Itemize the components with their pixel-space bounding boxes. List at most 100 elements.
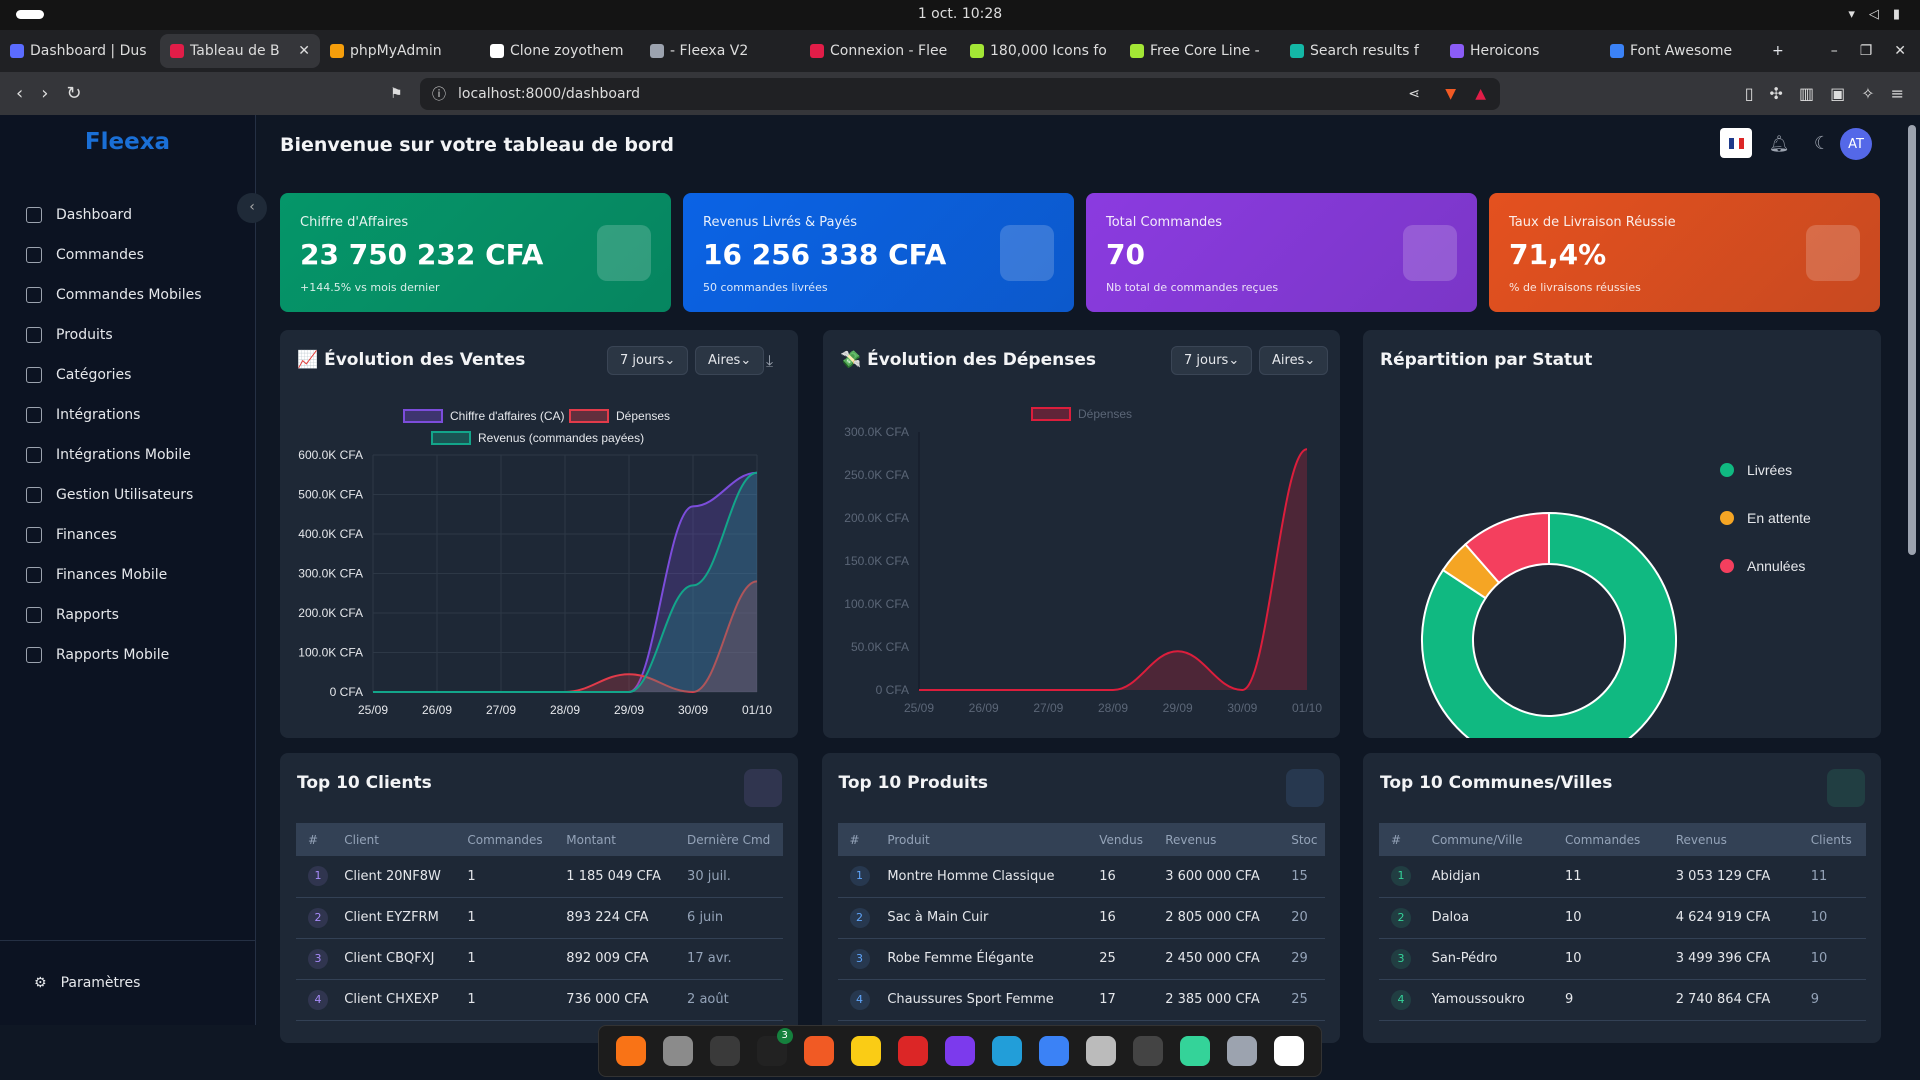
table-cell: 2 740 864 CFA bbox=[1664, 979, 1799, 1020]
dock-app-icon[interactable] bbox=[945, 1036, 975, 1066]
system-tray[interactable]: ▾◁▮ bbox=[1848, 7, 1900, 22]
browser-tab[interactable]: Dashboard | Dus bbox=[0, 34, 160, 68]
sidebar-item-cat-gories[interactable]: Catégories bbox=[0, 355, 255, 395]
table-row[interactable]: 3Robe Femme Élégante252 450 000 CFA29 bbox=[838, 938, 1325, 979]
dock-app-icon[interactable] bbox=[1086, 1036, 1116, 1066]
sidebar-item-rapports-mobile[interactable]: Rapports Mobile bbox=[0, 635, 255, 675]
table-row[interactable]: 2Client EYZFRM1893 224 CFA6 juin bbox=[296, 897, 783, 938]
dock-app-icon[interactable]: 3 bbox=[757, 1036, 787, 1066]
sidebar-item-finances-mobile[interactable]: Finances Mobile bbox=[0, 555, 255, 595]
table-cell: 16 bbox=[1087, 856, 1153, 897]
browser-tab[interactable]: - Fleexa V2 bbox=[640, 34, 800, 68]
battery-icon: ▮ bbox=[1893, 7, 1900, 22]
dock-app-icon[interactable] bbox=[1274, 1036, 1304, 1066]
browser-tab[interactable]: Heroicons bbox=[1440, 34, 1600, 68]
wallet-icon[interactable]: ▣ bbox=[1830, 84, 1845, 103]
table-row[interactable]: 1Abidjan113 053 129 CFA11 bbox=[1379, 856, 1866, 897]
close-tab-icon[interactable]: ✕ bbox=[298, 43, 310, 59]
brave-rewards-icon[interactable]: ▲ bbox=[1475, 86, 1486, 102]
sidebar-item-commandes-mobiles[interactable]: Commandes Mobiles bbox=[0, 275, 255, 315]
sidebar-item-rapports[interactable]: Rapports bbox=[0, 595, 255, 635]
table-row[interactable]: 1Client 20NF8W11 185 049 CFA30 juil. bbox=[296, 856, 783, 897]
browser-tab[interactable]: Clone zoyothem bbox=[480, 34, 640, 68]
settings-link[interactable]: ⚙Paramètres bbox=[0, 940, 255, 1025]
avatar[interactable]: AT bbox=[1840, 128, 1872, 160]
browser-tab[interactable]: Free Core Line - bbox=[1120, 34, 1280, 68]
x-tick-label: 29/09 bbox=[614, 703, 644, 717]
dock-app-icon[interactable] bbox=[1039, 1036, 1069, 1066]
dock-app-icon[interactable] bbox=[804, 1036, 834, 1066]
clock[interactable]: 1 oct. 10:28 bbox=[0, 6, 1920, 22]
legend-label: Annulées bbox=[1747, 558, 1805, 574]
sidebar-item-commandes[interactable]: Commandes bbox=[0, 235, 255, 275]
table-row[interactable]: 4Client CHXEXP1736 000 CFA2 août bbox=[296, 979, 783, 1020]
moon-icon[interactable]: ☾ bbox=[1807, 128, 1837, 158]
forward-icon[interactable]: › bbox=[41, 83, 48, 104]
puzzle-icon[interactable]: ✣ bbox=[1770, 84, 1783, 103]
dock-app-icon[interactable] bbox=[851, 1036, 881, 1066]
table-row[interactable]: 3Client CBQFXJ1892 009 CFA17 avr. bbox=[296, 938, 783, 979]
sidebar-item-gestion-utilisateurs[interactable]: Gestion Utilisateurs bbox=[0, 475, 255, 515]
dock-app-icon[interactable] bbox=[710, 1036, 740, 1066]
table-cell: 17 bbox=[1087, 979, 1153, 1020]
status-donut-chart: LivréesEn attenteAnnulées bbox=[1363, 330, 1881, 738]
browser-tab[interactable]: Connexion - Flee bbox=[800, 34, 960, 68]
leo-icon[interactable]: ✧ bbox=[1861, 84, 1874, 103]
reload-icon[interactable]: ↻ bbox=[66, 83, 81, 104]
x-tick-label: 25/09 bbox=[358, 703, 388, 717]
menu-icon[interactable]: ≡ bbox=[1891, 84, 1904, 103]
dock-app-icon[interactable] bbox=[898, 1036, 928, 1066]
table-row[interactable]: 4Yamoussoukro92 740 864 CFA9 bbox=[1379, 979, 1866, 1020]
sidebar-item-finances[interactable]: Finances bbox=[0, 515, 255, 555]
minimize-icon[interactable]: – bbox=[1831, 43, 1838, 59]
collapse-sidebar-button[interactable]: ‹ bbox=[237, 193, 267, 223]
table-cell: 4 624 919 CFA bbox=[1664, 897, 1799, 938]
column-header: # bbox=[1379, 823, 1420, 856]
sidebar-item-produits[interactable]: Produits bbox=[0, 315, 255, 355]
brave-shield-icon[interactable]: ▼ bbox=[1445, 86, 1456, 102]
dock-app-icon[interactable] bbox=[1180, 1036, 1210, 1066]
bell-icon[interactable]: 🔔︎ bbox=[1764, 128, 1794, 158]
dock-app-icon[interactable] bbox=[992, 1036, 1022, 1066]
browser-tab[interactable]: Tableau de B✕ bbox=[160, 34, 320, 68]
browser-tab[interactable]: phpMyAdmin bbox=[320, 34, 480, 68]
browser-tab[interactable]: 180,000 Icons fo bbox=[960, 34, 1120, 68]
dock-app-icon[interactable] bbox=[616, 1036, 646, 1066]
browser-tab[interactable]: Font Awesome bbox=[1600, 34, 1760, 68]
sidebar-icon[interactable]: ▥ bbox=[1799, 84, 1814, 103]
dock-app-icon[interactable] bbox=[1227, 1036, 1257, 1066]
new-tab-button[interactable]: + bbox=[1760, 43, 1796, 59]
logo[interactable]: Fleexa bbox=[0, 129, 255, 155]
table-row[interactable]: 2Sac à Main Cuir162 805 000 CFA20 bbox=[838, 897, 1325, 938]
table-row[interactable]: 4Chaussures Sport Femme172 385 000 CFA25 bbox=[838, 979, 1325, 1020]
expenses-chart-card: 💸 Évolution des Dépenses 7 jours⌄ Aires⌄… bbox=[823, 330, 1340, 738]
y-tick-label: 300.0K CFA bbox=[844, 425, 909, 439]
url-input[interactable]: ⓘlocalhost:8000/dashboard ⋖ ▼ ▲ bbox=[420, 78, 1500, 110]
share-icon[interactable]: ⋖ bbox=[1408, 86, 1420, 102]
extension-icon[interactable]: ▯ bbox=[1745, 84, 1754, 103]
maximize-icon[interactable]: ❐ bbox=[1860, 43, 1873, 59]
tab-label: phpMyAdmin bbox=[350, 43, 442, 59]
dock-app-icon[interactable] bbox=[1133, 1036, 1163, 1066]
site-info-icon[interactable]: ⓘ bbox=[432, 84, 446, 104]
page-scrollbar[interactable] bbox=[1908, 125, 1916, 555]
series-line bbox=[919, 449, 1307, 690]
close-window-icon[interactable]: ✕ bbox=[1894, 43, 1906, 59]
table-cell: 2 août bbox=[675, 979, 783, 1020]
bookmark-icon[interactable]: ⚑ bbox=[390, 86, 403, 102]
dock-app-icon[interactable] bbox=[663, 1036, 693, 1066]
column-header: Clients bbox=[1799, 823, 1866, 856]
y-tick-label: 100.0K CFA bbox=[298, 646, 363, 660]
browser-tab[interactable]: Search results f bbox=[1280, 34, 1440, 68]
nav-icon bbox=[26, 287, 42, 303]
sidebar-item-dashboard[interactable]: Dashboard bbox=[0, 195, 255, 235]
table-row[interactable]: 2Daloa104 624 919 CFA10 bbox=[1379, 897, 1866, 938]
sidebar-item-int-grations[interactable]: Intégrations bbox=[0, 395, 255, 435]
page-title: Bienvenue sur votre tableau de bord bbox=[280, 134, 674, 156]
back-icon[interactable]: ‹ bbox=[16, 83, 23, 104]
sidebar-item-int-grations-mobile[interactable]: Intégrations Mobile bbox=[0, 435, 255, 475]
table-row[interactable]: 3San-Pédro103 499 396 CFA10 bbox=[1379, 938, 1866, 979]
kpi-icon bbox=[597, 225, 651, 281]
language-flag-button[interactable] bbox=[1720, 128, 1752, 158]
table-row[interactable]: 1Montre Homme Classique163 600 000 CFA15 bbox=[838, 856, 1325, 897]
